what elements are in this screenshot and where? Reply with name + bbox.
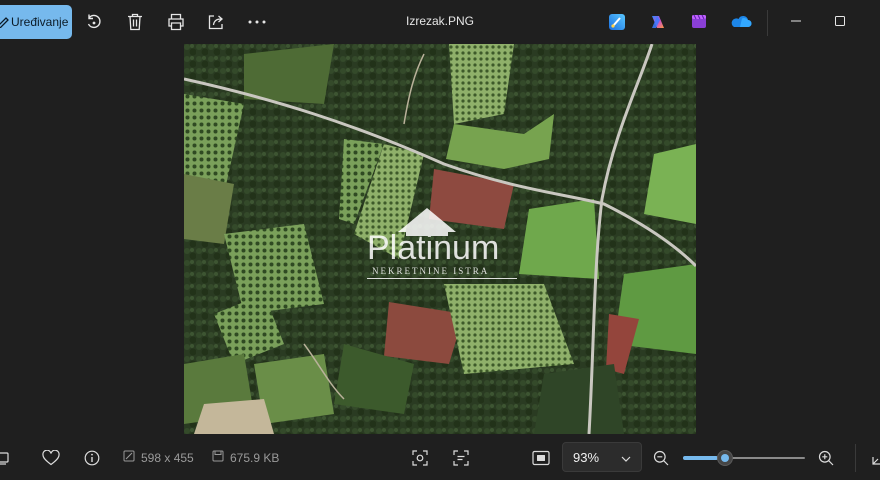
maximize-button[interactable]: [822, 8, 858, 36]
minimize-icon: [790, 15, 802, 30]
zoom-out-icon[interactable]: [648, 445, 674, 471]
bottom-toolbar: 598 x 455 675.9 KB 93%: [0, 436, 880, 480]
fit-to-window-icon[interactable]: [528, 445, 554, 471]
zoom-slider[interactable]: [683, 450, 805, 466]
chevron-down-icon: [621, 450, 631, 465]
zoom-level-text: 93%: [573, 449, 600, 465]
maximize-icon: [834, 15, 846, 30]
zoom-slider-thumb[interactable]: [716, 450, 733, 466]
print-icon[interactable]: [162, 8, 190, 36]
image-canvas[interactable]: Platinum NEKRETNINE ISTRA: [184, 44, 696, 434]
dimensions-icon: [123, 450, 135, 465]
watermark-brand: Platinum: [367, 229, 499, 267]
text-scan-icon[interactable]: [448, 445, 474, 471]
copilot-icon[interactable]: [648, 12, 668, 32]
visual-search-icon[interactable]: [407, 445, 433, 471]
clipchamp-icon[interactable]: [689, 12, 709, 32]
window-title: Izrezak.PNG: [405, 14, 474, 28]
watermark-tagline: NEKRETNINE ISTRA: [372, 266, 489, 276]
more-icon[interactable]: [243, 8, 271, 36]
top-toolbar: Uređivanje Izrezak.PNG: [0, 0, 880, 44]
edit-button[interactable]: Uređivanje: [0, 5, 72, 39]
paint-icon[interactable]: [607, 12, 627, 32]
filmstrip-icon[interactable]: [0, 445, 16, 471]
zoom-slider-fill: [683, 456, 718, 460]
fullscreen-icon[interactable]: [866, 445, 880, 471]
file-size-info: 675.9 KB: [212, 450, 279, 465]
minimize-button[interactable]: [778, 8, 814, 36]
bottom-separator: [855, 444, 856, 472]
favorite-icon[interactable]: [38, 445, 64, 471]
zoom-level-dropdown[interactable]: 93%: [562, 442, 642, 472]
toolbar-separator: [767, 10, 768, 36]
file-size-text: 675.9 KB: [230, 450, 280, 465]
info-icon[interactable]: [79, 445, 105, 471]
disk-icon: [212, 450, 224, 465]
pen-icon: [0, 16, 10, 28]
dimensions-info: 598 x 455: [123, 450, 194, 465]
dimensions-text: 598 x 455: [141, 450, 194, 465]
delete-icon[interactable]: [121, 8, 149, 36]
onedrive-icon[interactable]: [730, 12, 752, 32]
edit-label: Uređivanje: [11, 15, 69, 29]
aerial-photo: Platinum NEKRETNINE ISTRA: [184, 44, 696, 434]
zoom-in-icon[interactable]: [813, 445, 839, 471]
rotate-icon[interactable]: [80, 8, 108, 36]
share-icon[interactable]: [202, 8, 230, 36]
